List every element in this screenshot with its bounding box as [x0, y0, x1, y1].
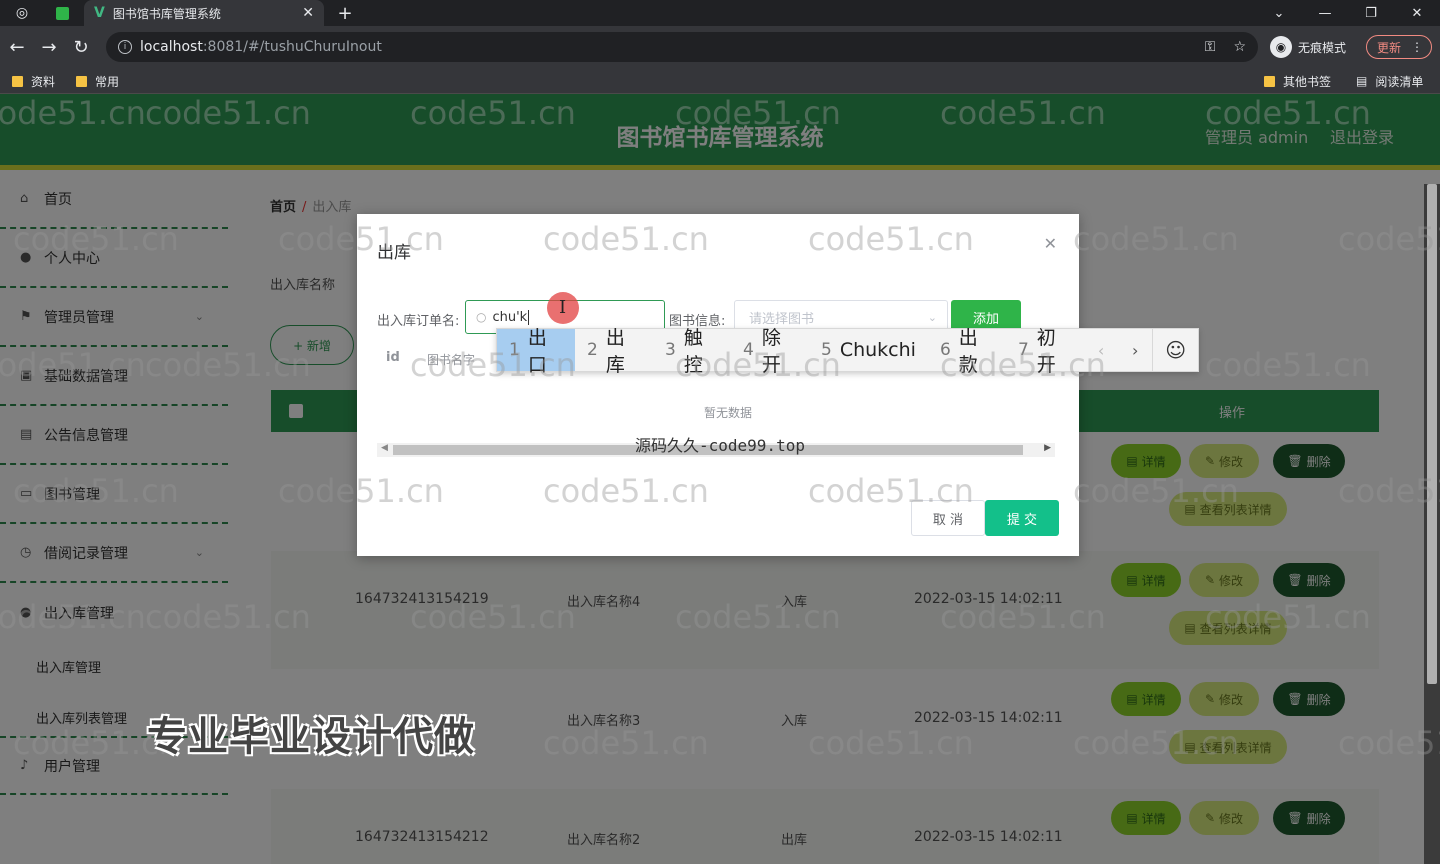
bookmark-label: 其他书签: [1283, 74, 1332, 89]
site-watermark: code51.cn: [1073, 724, 1239, 762]
minimize-button[interactable]: —: [1302, 0, 1348, 26]
column-id: id: [386, 350, 400, 365]
close-window-button[interactable]: ✕: [1394, 0, 1440, 26]
incognito-indicator[interactable]: ◉ 无痕模式: [1270, 34, 1346, 60]
url-path: :8081/#/tushuChuruInout: [202, 39, 382, 55]
site-watermark: code51.cn: [675, 346, 841, 384]
site-watermark: code51.cn: [808, 472, 974, 510]
chevron-down-icon: ⌄: [927, 310, 937, 324]
close-icon[interactable]: ✕: [1044, 234, 1057, 253]
browser-tab-active[interactable]: V 图书馆书库管理系统 ✕: [84, 0, 324, 26]
bookmarks-bar: 资料 常用 其他书签 ▤ 阅读清单: [0, 68, 1440, 94]
site-watermark: code51.cn: [675, 598, 841, 636]
close-tab-icon[interactable]: ✕: [302, 5, 314, 21]
incognito-label: 无痕模式: [1298, 40, 1347, 55]
site-watermark: code51.cn: [145, 346, 311, 384]
site-watermark: code51.cn: [543, 724, 709, 762]
promo-banner: 专业毕业设计代做: [147, 714, 475, 760]
pinned-tab-icon[interactable]: [44, 0, 80, 26]
site-watermark: code51.cn: [145, 598, 311, 636]
submit-button[interactable]: 提 交: [985, 500, 1059, 536]
code99-watermark: 源码久久-code99.top: [635, 436, 805, 455]
update-button[interactable]: 更新 ⋮: [1366, 35, 1432, 59]
folder-icon: [1264, 75, 1275, 87]
candidate-text: Chukchi: [839, 339, 916, 361]
bookmark-folder[interactable]: 常用: [76, 68, 119, 94]
emoji-icon[interactable]: ☺: [1152, 329, 1198, 371]
site-watermark: code51.cn: [145, 94, 311, 132]
bookmark-label: 阅读清单: [1375, 74, 1424, 89]
url-input[interactable]: i localhost:8081/#/tushuChuruInout ⚿ ☆: [106, 32, 1258, 62]
site-watermark: code51.cn: [13, 472, 179, 510]
site-watermark: code51.cn: [1073, 220, 1239, 258]
site-watermark: code51.cn: [808, 724, 974, 762]
site-watermark: code51.cn: [0, 94, 146, 132]
restore-button[interactable]: ❐: [1348, 0, 1394, 26]
bookmark-label: 资料: [31, 74, 56, 89]
ime-next-page-icon[interactable]: ›: [1118, 329, 1152, 371]
site-watermark: code51.cn: [808, 220, 974, 258]
forward-icon[interactable]: →: [36, 34, 62, 60]
reading-list-icon: ▤: [1356, 74, 1368, 88]
bookmark-label: 常用: [95, 74, 120, 89]
site-watermark: code51.cn: [0, 346, 146, 384]
site-watermark: code51.cn: [940, 598, 1106, 636]
site-watermark: code51.cn: [13, 220, 179, 258]
address-bar-row: ← → ↻ i localhost:8081/#/tushuChuruInout…: [0, 26, 1440, 68]
bookmark-star-icon[interactable]: ☆: [1233, 39, 1246, 55]
globe-icon[interactable]: ◎: [4, 0, 40, 26]
update-label: 更新: [1377, 40, 1402, 55]
incognito-icon: ◉: [1270, 36, 1292, 58]
menu-dots-icon[interactable]: ⋮: [1411, 40, 1423, 54]
site-watermark: code51.cn: [1338, 472, 1440, 510]
site-watermark: code51.cn: [1073, 472, 1239, 510]
ime-candidate[interactable]: 2 出库: [575, 327, 653, 376]
site-watermark: code51.cn: [410, 94, 576, 132]
site-watermark: code51.cn: [1205, 94, 1371, 132]
url-host: localhost: [140, 39, 203, 55]
reload-icon[interactable]: ↻: [68, 34, 94, 60]
other-bookmarks[interactable]: 其他书签: [1264, 68, 1331, 94]
page-scrollbar[interactable]: [1424, 184, 1440, 864]
browser-tab-bar: ◎ V 图书馆书库管理系统 ✕ + ⌄ — ❐ ✕: [0, 0, 1440, 26]
site-watermark: code51.cn: [675, 94, 841, 132]
tab-search-icon[interactable]: ⌄: [1256, 0, 1302, 26]
site-watermark: code51.cn: [940, 94, 1106, 132]
folder-icon: [76, 75, 87, 87]
order-name-value: chu'k: [492, 309, 528, 325]
order-name-label: 出入库订单名:: [377, 314, 460, 329]
scroll-left-icon[interactable]: ◀: [381, 443, 388, 453]
text-cursor-icon: I: [559, 297, 567, 318]
reading-list[interactable]: ▤ 阅读清单: [1356, 68, 1423, 94]
bookmark-folder[interactable]: 资料: [12, 68, 55, 94]
site-watermark: code51.cn: [410, 598, 576, 636]
site-watermark: code51.cn: [543, 472, 709, 510]
site-watermark: code51.cn: [940, 346, 1106, 384]
site-watermark: code51.cn: [1338, 220, 1440, 258]
search-icon: ○: [476, 310, 487, 324]
tab-title: 图书馆书库管理系统: [112, 6, 221, 21]
site-watermark: code51.cn: [278, 220, 444, 258]
site-watermark: code51.cn: [1205, 598, 1371, 636]
scrollbar-thumb[interactable]: [1427, 184, 1437, 684]
candidate-text: 出库: [605, 327, 625, 376]
vue-logo-icon: V: [94, 5, 105, 21]
key-icon[interactable]: ⚿: [1205, 39, 1216, 55]
back-icon[interactable]: ←: [4, 34, 30, 60]
candidate-number: 2: [587, 340, 598, 360]
site-watermark: code51.cn: [0, 598, 146, 636]
empty-text: 暂无数据: [703, 406, 752, 420]
scroll-right-icon[interactable]: ▶: [1044, 443, 1051, 453]
site-watermark: code51.cn: [1205, 346, 1371, 384]
site-watermark: code51.cn: [278, 472, 444, 510]
folder-icon: [12, 75, 23, 87]
site-info-icon[interactable]: i: [118, 40, 132, 54]
site-watermark: code51.cn: [543, 220, 709, 258]
new-tab-button[interactable]: +: [332, 0, 358, 26]
site-watermark: code51.cn: [1338, 724, 1440, 762]
site-watermark: code51.cn: [410, 346, 576, 384]
